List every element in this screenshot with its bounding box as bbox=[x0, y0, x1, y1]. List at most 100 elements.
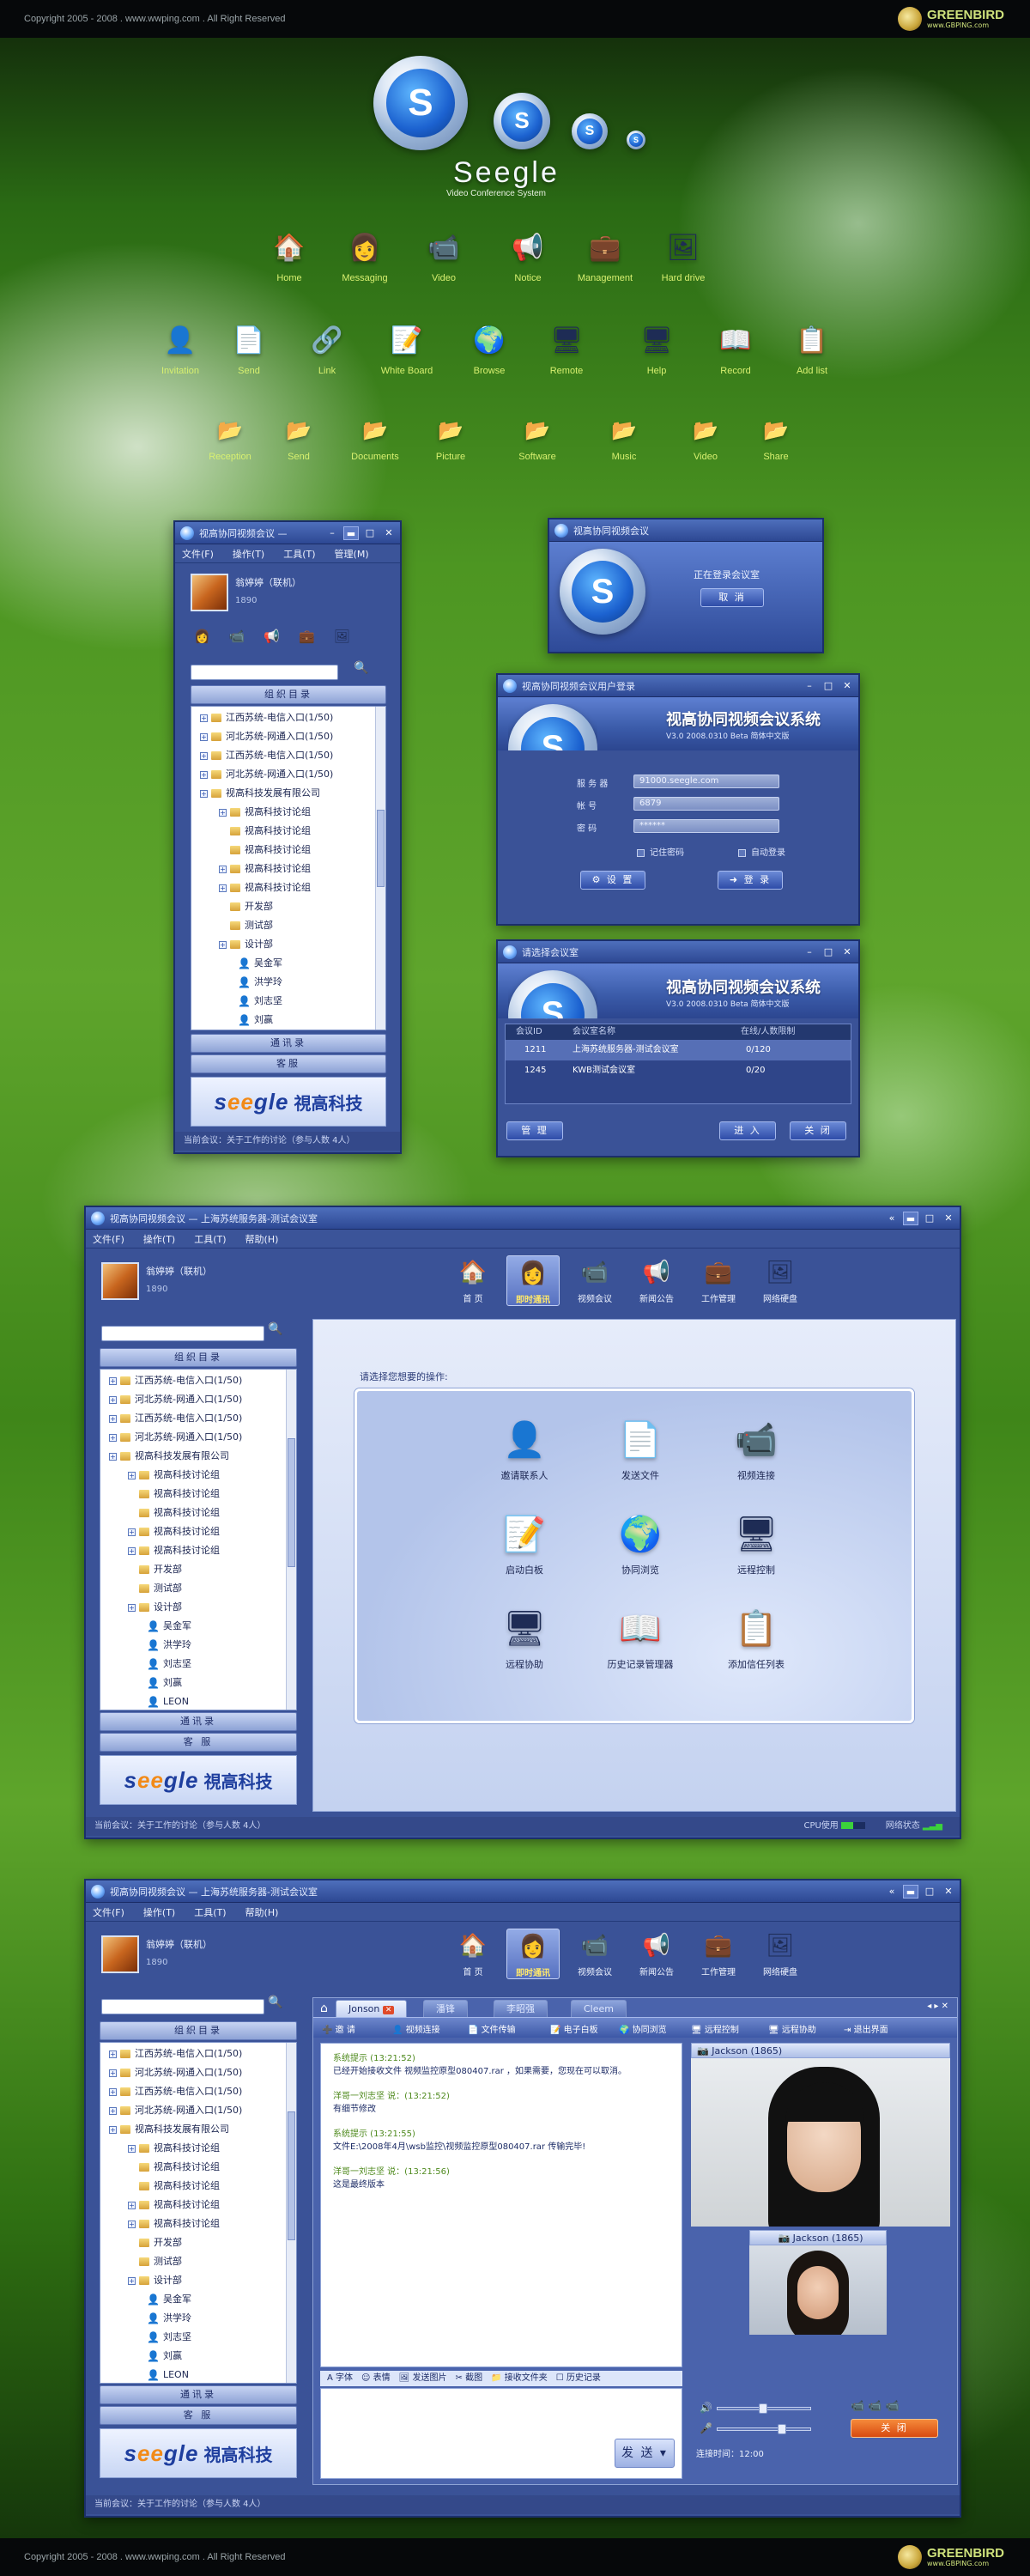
minimize-button[interactable]: ▬ bbox=[903, 1211, 918, 1225]
link-launcher[interactable]: 🔗 Link bbox=[288, 321, 366, 376]
tree-item[interactable]: 测试部 bbox=[104, 2252, 284, 2271]
tree-item[interactable]: + 视高科技发展有限公司 bbox=[104, 1447, 284, 1466]
expand-icon[interactable]: + bbox=[128, 1546, 136, 1555]
tree-item[interactable]: 👤 吴金军 bbox=[195, 954, 373, 973]
input-tool-4[interactable]: 📁 接收文件夹 bbox=[491, 2373, 548, 2383]
close-button[interactable]: ✕ bbox=[941, 1212, 956, 1225]
send-file-button[interactable]: 📄 发送文件 bbox=[597, 1415, 683, 1482]
tree-item[interactable]: 视高科技讨论组 bbox=[104, 1504, 284, 1522]
chat-tool-2[interactable]: 📄 文件传输 bbox=[468, 2022, 516, 2035]
tab-panfeng[interactable]: 潘锋 bbox=[423, 2000, 468, 2017]
tree-item[interactable]: + 江西苏统-电信入口(1/50) bbox=[195, 708, 373, 727]
org-directory-header[interactable]: 组织目录 bbox=[191, 685, 386, 704]
tree-item[interactable]: + 视高科技讨论组 bbox=[104, 2139, 284, 2158]
folder-send-launcher[interactable]: 📂 Send bbox=[260, 414, 337, 462]
tree-item[interactable]: 👤 刘志坚 bbox=[195, 992, 373, 1011]
whiteboard-button[interactable]: 📝 启动白板 bbox=[482, 1510, 567, 1577]
folder-picture-launcher[interactable]: 📂 Picture bbox=[412, 414, 489, 462]
harddrive-icon[interactable]: 🖼 bbox=[334, 629, 350, 644]
nav-home[interactable]: 🏠 首 页 bbox=[446, 1929, 500, 1978]
menu-operate[interactable]: 操作(T) bbox=[143, 1232, 175, 1246]
volume-slider[interactable] bbox=[717, 2403, 811, 2414]
scrollbar[interactable] bbox=[375, 707, 385, 1030]
tree-item[interactable]: + 视高科技发展有限公司 bbox=[195, 784, 373, 803]
tab-jonson[interactable]: Jonson ✕ bbox=[336, 2000, 408, 2017]
menu-operate[interactable]: 操作(T) bbox=[233, 547, 264, 561]
expand-icon[interactable]: + bbox=[200, 732, 208, 741]
tree-item[interactable]: 👤 刘赢 bbox=[195, 1011, 373, 1028]
tree-item[interactable]: 视高科技讨论组 bbox=[104, 1485, 284, 1504]
remember-password-checkbox[interactable]: 记住密码 bbox=[637, 845, 684, 858]
menu-file[interactable]: 文件(F) bbox=[93, 1232, 124, 1246]
menu-file[interactable]: 文件(F) bbox=[182, 547, 214, 561]
org-directory-header[interactable]: 组织目录 bbox=[100, 1348, 297, 1367]
harddrive-launcher[interactable]: 🖼 Hard drive bbox=[645, 228, 722, 283]
server-field[interactable]: 91000.seegle.com bbox=[633, 775, 779, 788]
chat-tool-7[interactable]: ⇥ 退出界面 bbox=[844, 2022, 888, 2035]
login-button[interactable]: ➜ 登 录 bbox=[718, 871, 783, 890]
briefcase-icon[interactable]: 💼 bbox=[299, 629, 315, 644]
tree-item[interactable]: 👤 洪学玲 bbox=[195, 973, 373, 992]
search-icon[interactable]: 🔍 bbox=[268, 1322, 282, 1336]
expand-icon[interactable]: + bbox=[219, 884, 227, 892]
user-icon[interactable]: 👩 bbox=[194, 629, 210, 644]
expand-icon[interactable]: + bbox=[200, 751, 208, 760]
nav-messaging[interactable]: 👩 即时通讯 bbox=[506, 1929, 560, 1979]
maximize-button[interactable]: □ bbox=[922, 1885, 937, 1899]
menu-tools[interactable]: 工具(T) bbox=[194, 1905, 226, 1919]
input-tool-3[interactable]: ✂ 截图 bbox=[456, 2373, 483, 2383]
tree-item[interactable]: + 设计部 bbox=[195, 935, 373, 954]
tree-item[interactable]: 开发部 bbox=[104, 1560, 284, 1579]
expand-icon[interactable]: + bbox=[219, 808, 227, 817]
expand-icon[interactable]: + bbox=[128, 1528, 136, 1536]
nav-harddrive[interactable]: 🖼 网络硬盘 bbox=[754, 1255, 807, 1304]
tree-item[interactable]: + 视高科技发展有限公司 bbox=[104, 2120, 284, 2139]
maximize-button[interactable]: □ bbox=[821, 679, 836, 693]
nav-harddrive[interactable]: 🖼 网络硬盘 bbox=[754, 1929, 807, 1978]
maximize-button[interactable]: □ bbox=[821, 945, 836, 959]
search-input[interactable] bbox=[191, 665, 338, 680]
address-book-button[interactable]: 通讯录 bbox=[100, 1712, 297, 1731]
whiteboard-launcher[interactable]: 📝 White Board bbox=[368, 321, 445, 376]
close-button[interactable]: ✕ bbox=[941, 1885, 956, 1899]
address-book-button[interactable]: 通讯录 bbox=[100, 2385, 297, 2404]
tree-item[interactable]: 👤 刘志坚 bbox=[104, 2328, 284, 2347]
tree-item[interactable]: + 视高科技讨论组 bbox=[195, 860, 373, 878]
add-trust-list-button[interactable]: 📋 添加信任列表 bbox=[713, 1604, 799, 1671]
manage-button[interactable]: 管 理 bbox=[506, 1121, 563, 1140]
expand-icon[interactable]: + bbox=[128, 2201, 136, 2209]
cancel-button[interactable]: 取 消 bbox=[700, 588, 764, 607]
menu-operate[interactable]: 操作(T) bbox=[143, 1905, 175, 1919]
chat-tool-0[interactable]: ➕ 邀 请 bbox=[322, 2022, 355, 2035]
folder-music-launcher[interactable]: 📂 Music bbox=[585, 414, 663, 462]
expand-icon[interactable]: + bbox=[109, 1433, 117, 1442]
tree-item[interactable]: + 设计部 bbox=[104, 2271, 284, 2290]
address-book-button[interactable]: 通讯录 bbox=[191, 1034, 386, 1053]
nav-home[interactable]: 🏠 首 页 bbox=[446, 1255, 500, 1304]
collapse-button[interactable]: « bbox=[884, 1885, 900, 1899]
service-button[interactable]: 客 服 bbox=[100, 2406, 297, 2425]
tab-cleem[interactable]: Cleem bbox=[571, 2000, 627, 2017]
expand-icon[interactable]: + bbox=[128, 2220, 136, 2228]
service-button[interactable]: 客 服 bbox=[100, 1733, 297, 1752]
mic-icon[interactable]: 🎤 bbox=[700, 2422, 712, 2434]
expand-icon[interactable]: + bbox=[109, 2050, 117, 2058]
tree-item[interactable]: + 河北苏统-网通入口(1/50) bbox=[104, 2063, 284, 2082]
table-row[interactable]: 1211 上海苏统服务器-测试会议室 0/120 bbox=[506, 1040, 851, 1060]
scrollbar[interactable] bbox=[286, 1370, 296, 1710]
home-launcher[interactable]: 🏠 Home bbox=[251, 228, 328, 283]
folder-share-launcher[interactable]: 📂 Share bbox=[737, 414, 815, 462]
service-button[interactable]: 客服 bbox=[191, 1054, 386, 1073]
expand-icon[interactable]: + bbox=[109, 2106, 117, 2115]
nav-video[interactable]: 📹 视频会议 bbox=[568, 1255, 621, 1304]
message-input[interactable]: 发 送 ▾ bbox=[320, 2388, 682, 2479]
speaker-icon[interactable]: 🔊 bbox=[700, 2402, 712, 2414]
device-icons[interactable]: 📹 📹 📹 bbox=[851, 2400, 900, 2413]
home-icon[interactable]: ⌂ bbox=[320, 2002, 328, 2015]
add-user-launcher[interactable]: 👤 Invitation bbox=[142, 321, 219, 376]
expand-icon[interactable]: + bbox=[219, 865, 227, 873]
menu-file[interactable]: 文件(F) bbox=[93, 1905, 124, 1919]
minimize-button[interactable]: – bbox=[324, 526, 340, 540]
expand-icon[interactable]: + bbox=[109, 1414, 117, 1423]
menu-help[interactable]: 帮助(H) bbox=[245, 1905, 279, 1919]
